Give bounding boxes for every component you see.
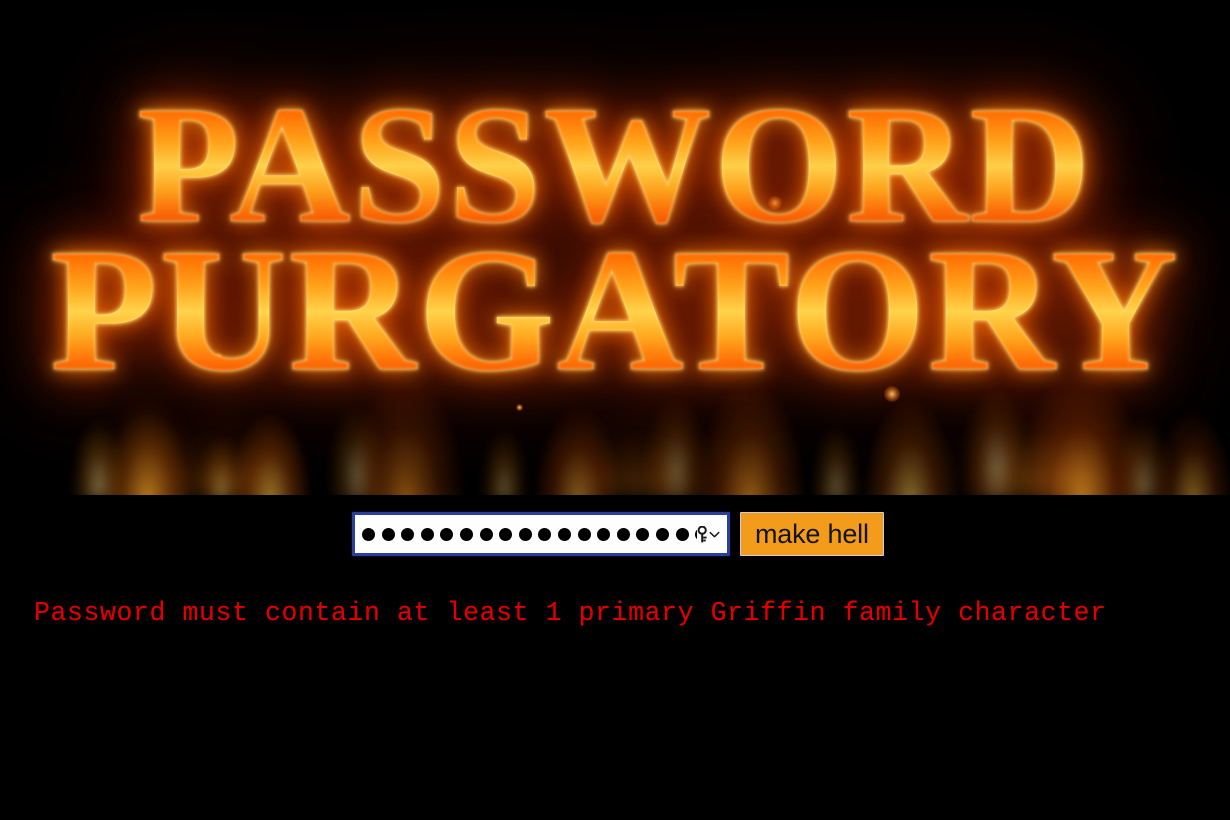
password-dot <box>518 527 532 541</box>
password-dot <box>675 527 689 541</box>
password-dot <box>636 527 650 541</box>
password-dot <box>577 527 591 541</box>
password-dot <box>655 527 669 541</box>
page-title: PASSWORD PURGATORY <box>0 0 1230 495</box>
password-input[interactable] <box>352 512 730 556</box>
password-dot <box>616 527 630 541</box>
title-banner: PASSWORD PURGATORY PASSWORD PURGATORY <box>0 0 1230 495</box>
chevron-down-icon <box>709 531 720 537</box>
password-masked-value <box>362 527 697 541</box>
password-dot <box>381 527 395 541</box>
validation-error-message: Password must contain at least 1 primary… <box>34 598 1107 628</box>
password-manager-autofill[interactable] <box>697 525 720 543</box>
password-dot <box>557 527 571 541</box>
password-dot <box>499 527 513 541</box>
password-dot <box>597 527 611 541</box>
password-dot <box>362 527 375 541</box>
password-dot <box>401 527 415 541</box>
password-dot <box>420 527 434 541</box>
password-dot <box>459 527 473 541</box>
key-icon <box>697 525 707 542</box>
title-line-purgatory: PURGATORY <box>50 212 1180 408</box>
make-hell-button[interactable]: make hell <box>740 512 884 556</box>
password-dot <box>479 527 493 541</box>
password-dot <box>538 527 552 541</box>
password-form: make hell <box>352 512 884 556</box>
password-dot <box>440 527 454 541</box>
